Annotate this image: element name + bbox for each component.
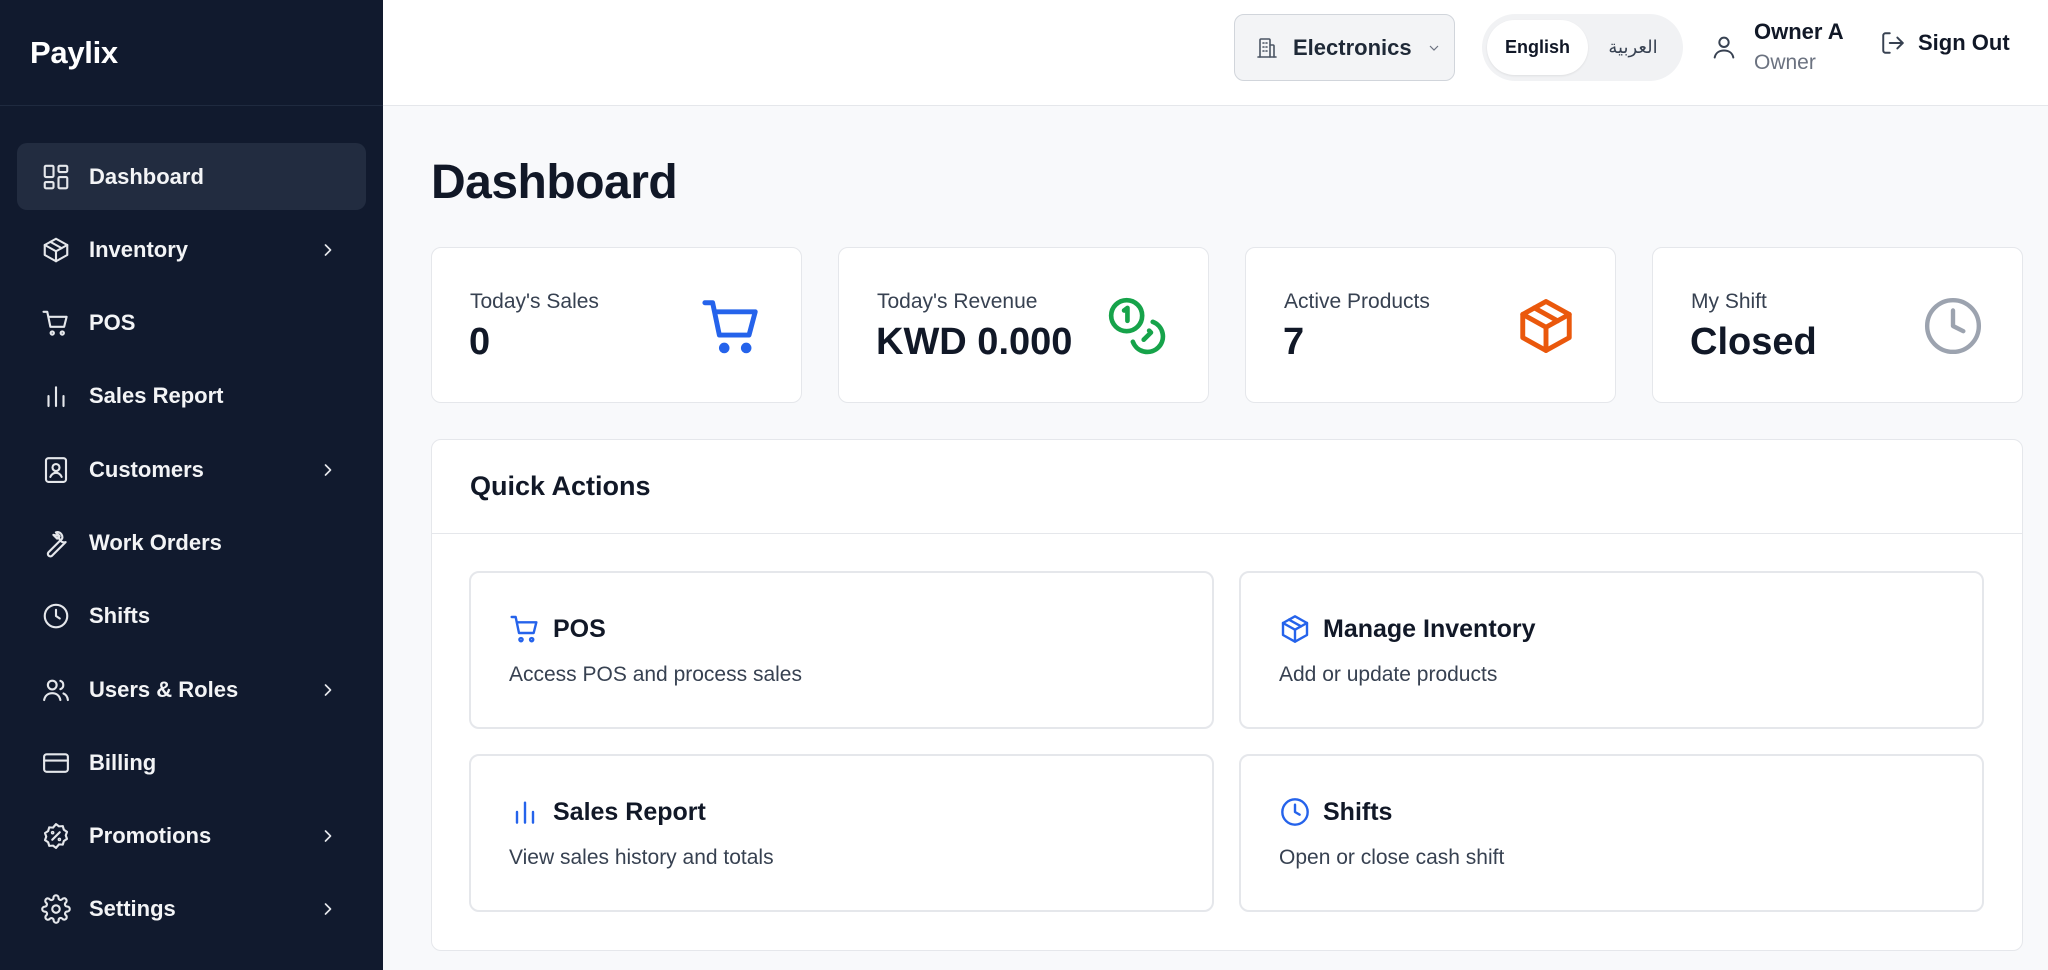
sign-out-label: Sign Out bbox=[1918, 30, 2010, 55]
clock-icon bbox=[1281, 798, 1309, 826]
bar-chart-icon bbox=[515, 801, 535, 824]
stat-value: Closed bbox=[1690, 321, 1817, 363]
sidebar-item-label: Customers bbox=[89, 456, 204, 482]
stat-card-active-products: Active Products 7 bbox=[1245, 247, 1616, 403]
credit-card-icon bbox=[41, 748, 71, 778]
sidebar-item-dashboard[interactable]: Dashboard bbox=[17, 143, 366, 210]
user-role: Owner bbox=[1754, 51, 1816, 74]
store-select[interactable]: Electronics bbox=[1234, 14, 1455, 81]
stat-label: Today's Sales bbox=[470, 290, 599, 313]
quick-action-title: Manage Inventory bbox=[1323, 614, 1536, 643]
quick-actions-panel: Quick Actions POS Access POS and process… bbox=[431, 439, 2023, 951]
users-icon bbox=[41, 675, 71, 705]
stat-value: KWD 0.000 bbox=[876, 321, 1073, 363]
sidebar-item-shifts[interactable]: Shifts bbox=[17, 583, 366, 650]
quick-action-description: Open or close cash shift bbox=[1279, 846, 1505, 869]
quick-actions-title: Quick Actions bbox=[470, 471, 651, 501]
sidebar-item-settings[interactable]: Settings bbox=[17, 876, 366, 943]
page-title: Dashboard bbox=[431, 156, 678, 209]
sidebar-item-label: Work Orders bbox=[89, 529, 222, 555]
sidebar-item-customers[interactable]: Customers bbox=[17, 436, 366, 503]
box-icon bbox=[41, 235, 71, 265]
language-toggle: English العربية bbox=[1482, 14, 1683, 81]
sidebar-item-pos[interactable]: POS bbox=[17, 290, 366, 357]
sidebar-item-label: POS bbox=[89, 310, 136, 336]
chevron-down-icon bbox=[1429, 45, 1439, 51]
stat-card-todays-sales: Today's Sales 0 bbox=[431, 247, 802, 403]
quick-action-description: Access POS and process sales bbox=[509, 663, 802, 686]
wrench-icon bbox=[41, 528, 71, 558]
top-header: Electronics English العربية Owner A Owne… bbox=[383, 0, 2048, 106]
stat-label: My Shift bbox=[1691, 290, 1767, 313]
sidebar-item-label: Dashboard bbox=[89, 163, 204, 189]
coins-icon bbox=[1106, 295, 1168, 357]
user-menu[interactable]: Owner A Owner bbox=[1710, 16, 1844, 78]
sidebar-item-work-orders[interactable]: Work Orders bbox=[17, 509, 366, 576]
sidebar-item-inventory[interactable]: Inventory bbox=[17, 216, 366, 283]
dashboard-icon bbox=[41, 162, 71, 192]
box-icon bbox=[1281, 615, 1309, 643]
sign-out-button[interactable]: Sign Out bbox=[1880, 30, 2010, 56]
stat-label: Active Products bbox=[1284, 290, 1430, 313]
quick-actions-header: Quick Actions bbox=[432, 440, 2022, 534]
clock-icon bbox=[41, 601, 71, 631]
sidebar-item-label: Users & Roles bbox=[89, 676, 239, 702]
sign-out-icon bbox=[1882, 32, 1904, 54]
quick-action-description: View sales history and totals bbox=[509, 846, 774, 869]
chevron-right-icon bbox=[318, 899, 338, 919]
stat-value: 0 bbox=[469, 321, 491, 363]
chevron-right-icon bbox=[318, 240, 338, 260]
lang-english-button[interactable]: English bbox=[1487, 20, 1588, 75]
sidebar-item-label: Sales Report bbox=[89, 383, 224, 409]
chevron-right-icon bbox=[318, 460, 338, 480]
app-logo-text[interactable]: Paylix bbox=[30, 35, 118, 71]
chevron-right-icon bbox=[318, 680, 338, 700]
lang-arabic-button[interactable]: العربية bbox=[1588, 20, 1678, 75]
sidebar-nav: Dashboard Inventory POS Sales Report Cus… bbox=[0, 106, 383, 943]
sidebar-item-label: Billing bbox=[89, 749, 157, 775]
stat-card-my-shift: My Shift Closed bbox=[1652, 247, 2023, 403]
brand: Paylix bbox=[0, 0, 383, 106]
quick-action-shifts[interactable]: Shifts Open or close cash shift bbox=[1239, 754, 1984, 912]
stat-value: 7 bbox=[1283, 321, 1305, 363]
box-icon bbox=[1515, 295, 1577, 357]
cart-icon bbox=[510, 615, 538, 643]
sidebar-item-label: Inventory bbox=[89, 236, 189, 262]
quick-action-manage-inventory[interactable]: Manage Inventory Add or update products bbox=[1239, 571, 1984, 729]
cart-icon bbox=[41, 308, 71, 338]
user-icon bbox=[1713, 36, 1735, 59]
sidebar-item-sales-report[interactable]: Sales Report bbox=[17, 363, 366, 430]
sidebar-item-users-roles[interactable]: Users & Roles bbox=[17, 656, 366, 723]
gear-icon bbox=[41, 894, 71, 925]
stat-card-todays-revenue: Today's Revenue KWD 0.000 bbox=[838, 247, 1209, 403]
clock-icon bbox=[1922, 295, 1984, 357]
sidebar: Paylix Dashboard Inventory POS Sales Rep… bbox=[0, 0, 383, 970]
quick-action-title: Shifts bbox=[1323, 797, 1393, 826]
sidebar-item-label: Promotions bbox=[89, 823, 212, 849]
contact-book-icon bbox=[41, 455, 71, 485]
cart-icon bbox=[701, 295, 763, 357]
discount-badge-icon bbox=[41, 821, 71, 851]
chevron-right-icon bbox=[318, 826, 338, 846]
sidebar-item-promotions[interactable]: Promotions bbox=[17, 803, 366, 870]
user-name: Owner A bbox=[1754, 19, 1844, 44]
sidebar-item-label: Settings bbox=[89, 896, 176, 922]
building-icon bbox=[1257, 37, 1277, 58]
quick-action-title: Sales Report bbox=[553, 797, 706, 826]
quick-action-description: Add or update products bbox=[1279, 663, 1498, 686]
quick-action-pos[interactable]: POS Access POS and process sales bbox=[469, 571, 1214, 729]
store-select-value: Electronics bbox=[1293, 34, 1412, 60]
sidebar-item-billing[interactable]: Billing bbox=[17, 729, 366, 796]
quick-action-title: POS bbox=[553, 614, 606, 643]
quick-action-sales-report[interactable]: Sales Report View sales history and tota… bbox=[469, 754, 1214, 912]
sidebar-item-label: Shifts bbox=[89, 603, 151, 629]
stat-label: Today's Revenue bbox=[877, 290, 1038, 313]
bar-chart-icon bbox=[41, 381, 71, 411]
